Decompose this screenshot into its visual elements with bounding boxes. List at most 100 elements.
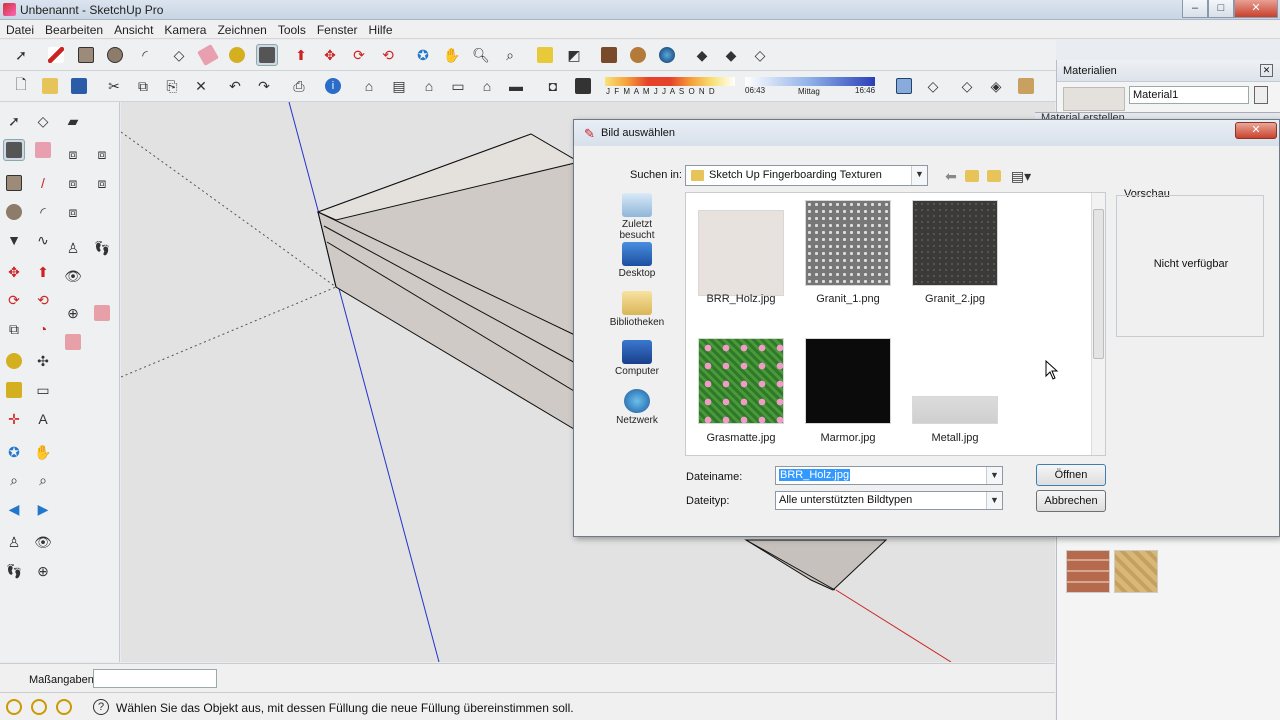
left-eraser-icon[interactable] <box>32 139 54 161</box>
left-view-icon[interactable]: ▬ <box>505 75 527 97</box>
left-dimension-icon[interactable]: ✣ <box>32 350 54 372</box>
left-text-icon[interactable]: ▭ <box>32 379 54 401</box>
new-file-icon[interactable]: 🗋 <box>10 75 32 97</box>
cancel-button[interactable]: Abbrechen <box>1036 490 1106 512</box>
share-component-icon[interactable] <box>598 44 620 66</box>
month-slider[interactable] <box>605 77 735 86</box>
credits-icon[interactable] <box>28 696 50 718</box>
dialog-close-button[interactable]: ✕ <box>1235 122 1277 139</box>
left-zoom-icon[interactable]: ⌕ <box>3 469 25 491</box>
filetype-dropdown[interactable]: Alle unterstützten Bildtypen ▼ <box>775 491 1003 510</box>
save-file-icon[interactable] <box>68 75 90 97</box>
filetype-dropdown-arrow-icon[interactable]: ▼ <box>986 492 1002 509</box>
place-network[interactable]: Netzwerk <box>604 389 670 438</box>
maximize-button[interactable]: □ <box>1208 0 1234 18</box>
print-icon[interactable]: ⎙ <box>288 75 310 97</box>
filename-input[interactable]: BRR_Holz.jpg ▼ <box>775 466 1003 485</box>
left-next-view-icon[interactable]: ▶ <box>32 498 54 520</box>
display-shadows-icon[interactable] <box>572 75 594 97</box>
iso-view-icon[interactable]: ⌂ <box>358 75 380 97</box>
close-window-button[interactable]: ✕ <box>1234 0 1278 18</box>
left-protractor-icon[interactable] <box>3 379 25 401</box>
pencil-tool-icon[interactable] <box>45 44 67 66</box>
left-axes-icon[interactable]: ✛ <box>3 408 25 430</box>
left-group5-icon[interactable]: ⧈ <box>62 201 84 223</box>
menu-ansicht[interactable]: Ansicht <box>108 20 158 37</box>
delete-icon[interactable]: ✕ <box>190 75 212 97</box>
view-menu-icon[interactable]: ▤▾ <box>1006 165 1036 187</box>
cut-icon[interactable]: ✂ <box>103 75 125 97</box>
left-rectangle-icon[interactable] <box>3 172 25 194</box>
xray-style-icon[interactable] <box>893 75 915 97</box>
file-list[interactable]: BRR_Holz.jpg Granit_1.png Granit_2.jpg G… <box>685 192 1106 456</box>
push-pull-icon[interactable]: ⬆ <box>290 44 312 66</box>
left-followme-icon[interactable]: ⟲ <box>32 289 54 311</box>
left-eye-icon[interactable]: 👁︎ <box>32 531 54 553</box>
left-paint-bucket-icon[interactable] <box>3 139 25 161</box>
move-tool-icon[interactable]: ✥ <box>319 44 341 66</box>
select-tool-icon[interactable]: ➚ <box>10 44 32 66</box>
arc-tool-icon[interactable]: ◜ <box>134 44 156 66</box>
open-file-icon[interactable] <box>39 75 61 97</box>
file-label-granit-2[interactable]: Granit_2.jpg <box>895 293 1015 305</box>
thumb-granit-2[interactable] <box>912 200 998 286</box>
lookin-dropdown-arrow-icon[interactable]: ▼ <box>911 166 927 185</box>
file-label-metall[interactable]: Metall.jpg <box>895 432 1015 444</box>
thumb-marmor[interactable] <box>805 338 891 424</box>
layer-up-icon[interactable]: ◆ <box>691 44 713 66</box>
left-compass-icon[interactable]: ⊕ <box>32 560 54 582</box>
left-tape-icon[interactable] <box>3 350 25 372</box>
left-arc-icon[interactable]: ◜ <box>32 201 54 223</box>
file-list-scroll-thumb[interactable] <box>1093 209 1104 359</box>
orbit-tool-icon[interactable]: ✪ <box>412 44 434 66</box>
top-view-icon[interactable]: ▤ <box>388 75 410 97</box>
materials-close-icon[interactable]: ✕ <box>1260 64 1273 77</box>
wireframe-style-icon[interactable]: ◇ <box>922 75 944 97</box>
model-info-icon[interactable]: i <box>322 75 344 97</box>
menu-datei[interactable]: Datei <box>0 20 39 37</box>
menu-zeichnen[interactable]: Zeichnen <box>211 20 271 37</box>
menu-hilfe[interactable]: Hilfe <box>363 20 398 37</box>
left-position-camera-icon[interactable]: ♙ <box>62 237 84 259</box>
make-component-icon[interactable]: ◇ <box>168 44 190 66</box>
left-orbit-icon[interactable]: ✪ <box>3 441 25 463</box>
menu-tools[interactable]: Tools <box>272 20 311 37</box>
left-offset-icon[interactable]: ◔ <box>32 318 54 340</box>
new-folder-icon[interactable] <box>983 165 1005 187</box>
measurements-input[interactable] <box>93 669 217 688</box>
open-button[interactable]: Öffnen <box>1036 464 1106 486</box>
right-view-icon[interactable]: ▭ <box>447 75 469 97</box>
tape-measure-icon[interactable] <box>226 44 248 66</box>
zoom-tool-icon[interactable]: 🔍︎ <box>470 44 492 66</box>
shaded-style-icon[interactable]: ◈ <box>985 75 1007 97</box>
brick-texture-swatch[interactable] <box>1066 550 1110 593</box>
thumb-brr-holz[interactable] <box>698 210 784 296</box>
left-camera-icon[interactable]: ♙ <box>3 531 25 553</box>
place-libraries[interactable]: Bibliotheken <box>604 291 670 340</box>
left-group4-icon[interactable]: ⧈ <box>91 172 113 194</box>
front-view-icon[interactable]: ⌂ <box>418 75 440 97</box>
google-earth-icon[interactable] <box>656 44 678 66</box>
paint-bucket-icon[interactable] <box>256 44 278 66</box>
get-photo-texture-icon[interactable] <box>627 44 649 66</box>
file-label-marmor[interactable]: Marmor.jpg <box>788 432 908 444</box>
thumb-grasmatte[interactable] <box>698 338 784 424</box>
redo-icon[interactable]: ↷ <box>253 75 275 97</box>
left-layers-icon[interactable]: ▰ <box>62 110 84 132</box>
shadow-settings-icon[interactable]: ◘ <box>542 75 564 97</box>
time-slider[interactable] <box>745 77 875 86</box>
rotate-tool-icon[interactable]: ⟳ <box>348 44 370 66</box>
left-circle-icon[interactable] <box>3 201 25 223</box>
pan-tool-icon[interactable]: ✋ <box>441 44 463 66</box>
left-lookaround-icon[interactable]: 👁︎ <box>62 265 84 287</box>
left-rotate-icon[interactable]: ⟳ <box>3 289 25 311</box>
left-section-display-icon[interactable] <box>91 302 113 324</box>
file-label-grasmatte[interactable]: Grasmatte.jpg <box>681 432 801 444</box>
textured-style-icon[interactable] <box>1015 75 1037 97</box>
left-pan-icon[interactable]: ✋ <box>32 441 54 463</box>
get-models-icon[interactable] <box>534 44 556 66</box>
file-list-scrollbar[interactable] <box>1091 193 1105 455</box>
minimize-button[interactable]: – <box>1182 0 1208 18</box>
help-icon[interactable]: ? <box>90 696 112 718</box>
eraser-tool-icon[interactable] <box>197 44 219 66</box>
